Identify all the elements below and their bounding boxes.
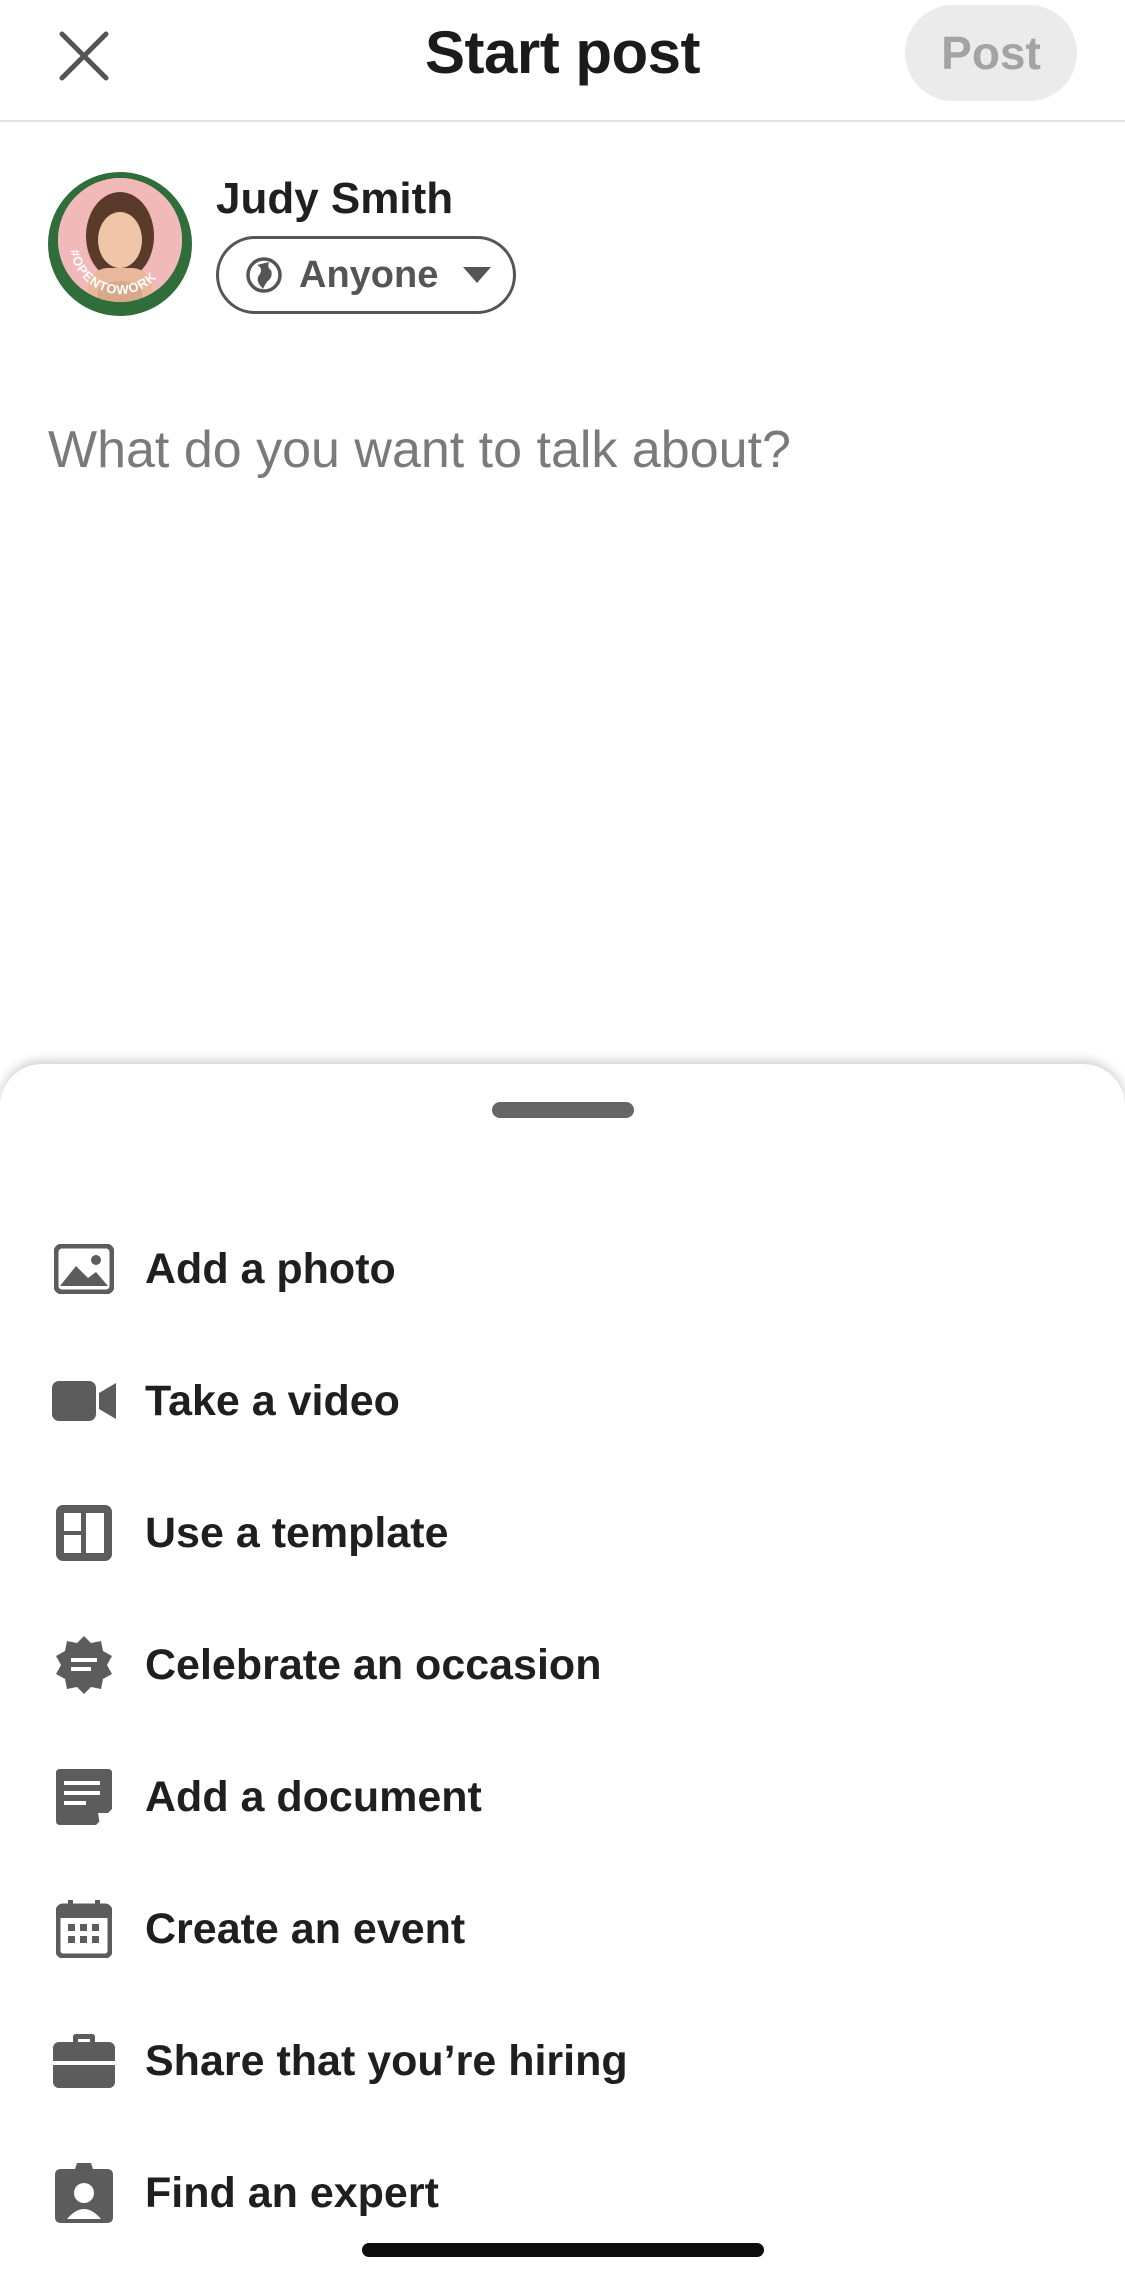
svg-text:#OPENTOWORK: #OPENTOWORK xyxy=(67,248,159,298)
open-to-work-frame: #OPENTOWORK xyxy=(67,248,159,298)
menu-item-celebrate-occasion[interactable]: Celebrate an occasion xyxy=(0,1610,1125,1720)
start-post-screen: Start post Post #OPENTOWORK Judy Smith A… xyxy=(0,0,1125,2284)
menu-item-use-template[interactable]: Use a template xyxy=(0,1478,1125,1588)
menu-item-label: Add a document xyxy=(145,1772,482,1821)
menu-item-label: Take a video xyxy=(145,1376,400,1425)
celebrate-badge-icon xyxy=(52,1633,116,1697)
menu-item-take-video[interactable]: Take a video xyxy=(0,1346,1125,1456)
visibility-label: Anyone xyxy=(299,253,439,296)
briefcase-icon xyxy=(52,2029,116,2093)
header-bar: Start post Post xyxy=(0,0,1125,122)
home-indicator[interactable] xyxy=(362,2243,764,2257)
template-icon xyxy=(52,1501,116,1565)
menu-item-label: Use a template xyxy=(145,1508,449,1557)
video-icon xyxy=(52,1369,116,1433)
attachment-menu: Add a photo Take a video Use a template … xyxy=(0,1214,1125,2249)
menu-item-label: Celebrate an occasion xyxy=(145,1640,602,1689)
document-icon xyxy=(52,1765,116,1829)
post-button[interactable]: Post xyxy=(905,5,1077,101)
photo-icon xyxy=(52,1237,116,1301)
avatar[interactable]: #OPENTOWORK xyxy=(48,172,192,316)
author-name: Judy Smith xyxy=(216,174,454,223)
post-text-input[interactable] xyxy=(48,410,1078,490)
menu-item-label: Find an expert xyxy=(145,2168,439,2217)
chevron-down-icon xyxy=(463,267,492,283)
menu-item-label: Create an event xyxy=(145,1904,466,1953)
menu-item-label: Add a photo xyxy=(145,1244,396,1293)
globe-icon xyxy=(246,257,282,293)
calendar-icon xyxy=(52,1897,116,1961)
expert-icon xyxy=(52,2161,116,2225)
menu-item-share-hiring[interactable]: Share that you’re hiring xyxy=(0,2006,1125,2116)
visibility-selector[interactable]: Anyone xyxy=(216,236,516,314)
menu-item-add-photo[interactable]: Add a photo xyxy=(0,1214,1125,1324)
sheet-drag-handle[interactable] xyxy=(492,1102,634,1118)
menu-item-add-document[interactable]: Add a document xyxy=(0,1742,1125,1852)
attachment-sheet: Add a photo Take a video Use a template … xyxy=(0,1064,1125,2284)
author-row: #OPENTOWORK Judy Smith Anyone xyxy=(48,172,1078,322)
open-to-work-badge: #OPENTOWORK xyxy=(67,248,158,298)
menu-item-label: Share that you’re hiring xyxy=(145,2036,628,2085)
menu-item-create-event[interactable]: Create an event xyxy=(0,1874,1125,1984)
menu-item-find-expert[interactable]: Find an expert xyxy=(0,2138,1125,2248)
